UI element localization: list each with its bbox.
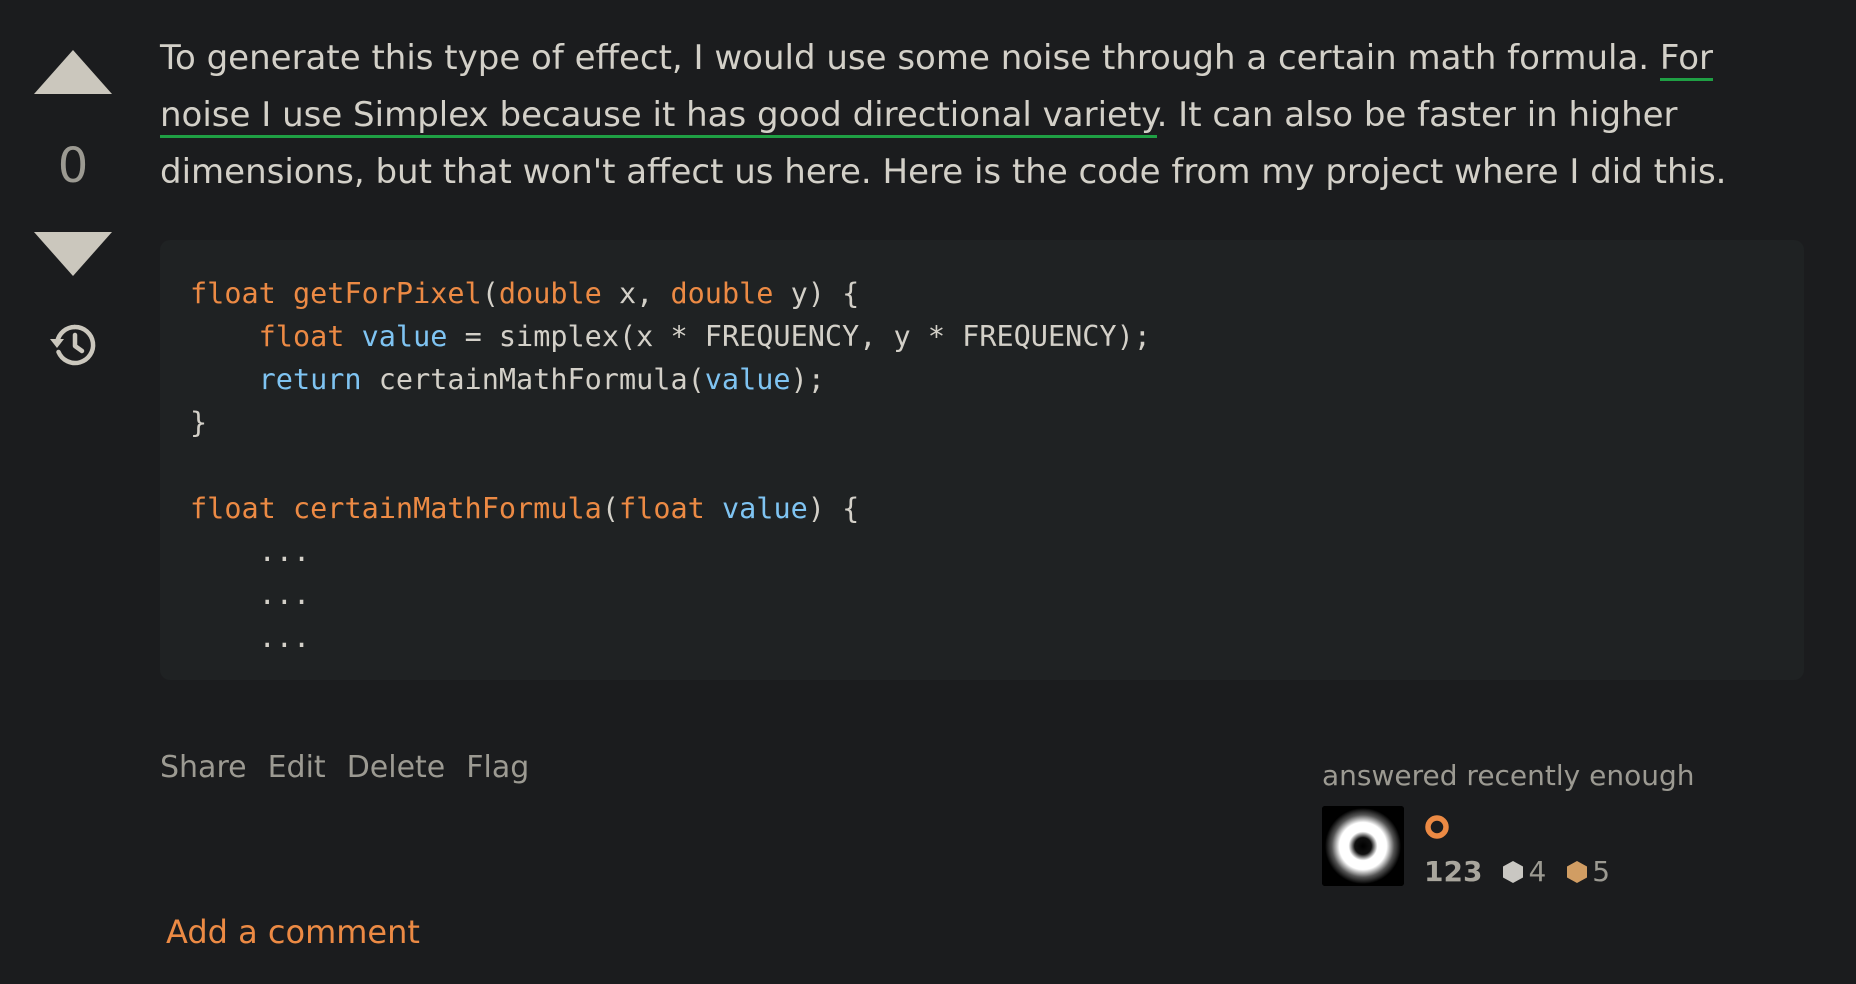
code-variable: value — [704, 363, 791, 396]
code-keyword: double — [670, 277, 774, 310]
avatar-image — [1322, 806, 1404, 886]
code-block: float getForPixel(double x, double y) { … — [160, 240, 1804, 680]
code-line-9: ... — [190, 621, 311, 654]
code-line-8: ... — [190, 578, 311, 611]
code-keyword: float — [619, 492, 705, 525]
vote-count: 0 — [57, 138, 89, 194]
code-function: getForPixel — [292, 277, 482, 310]
code-line-4: } — [190, 406, 208, 439]
history-icon[interactable] — [48, 320, 98, 370]
flag-link[interactable]: Flag — [466, 748, 529, 788]
hexagon-icon — [1567, 861, 1588, 883]
code-line-2: float value = simplex(x * FREQUENCY, y *… — [190, 315, 1774, 358]
code-keyword: return — [258, 363, 362, 396]
add-comment-link[interactable]: Add a comment — [166, 912, 420, 952]
user-details: 123 4 5 — [1424, 852, 1630, 892]
silver-badges: 4 — [1502, 852, 1546, 892]
bronze-badge-count: 5 — [1592, 855, 1611, 888]
code-text: ); — [790, 363, 825, 396]
code-line-1: float getForPixel(double x, double y) { — [190, 272, 1774, 315]
circle-ring-icon — [1424, 814, 1450, 840]
user-card: answered recently enough 123 4 5 — [1322, 756, 1742, 896]
avatar[interactable] — [1322, 806, 1404, 886]
edit-link[interactable]: Edit — [268, 748, 326, 788]
answer-body: To generate this type of effect, I would… — [160, 30, 1800, 201]
code-text: ( — [481, 277, 499, 310]
upvote-button[interactable] — [34, 50, 112, 94]
triangle-up-icon — [34, 50, 112, 94]
code-keyword: float — [190, 277, 276, 310]
delete-link[interactable]: Delete — [347, 748, 446, 788]
code-line-3: return certainMathFormula(value); — [190, 358, 1774, 401]
answer-text-intro: To generate this type of effect, I would… — [160, 38, 1660, 78]
share-link[interactable]: Share — [160, 748, 247, 788]
triangle-down-icon — [34, 232, 112, 276]
code-variable: value — [361, 320, 448, 353]
vote-cell: 0 — [30, 48, 116, 378]
code-text: = simplex(x * FREQUENCY, y * FREQUENCY); — [447, 320, 1151, 353]
code-keyword: double — [498, 277, 602, 310]
user-action-time: answered recently enough — [1322, 759, 1695, 792]
hexagon-icon — [1503, 861, 1524, 883]
code-line-6: float certainMathFormula(float value) { — [190, 487, 1774, 530]
code-text: y) { — [773, 277, 860, 310]
clock-arrow-icon — [50, 324, 96, 366]
code-text: ( — [601, 492, 619, 525]
downvote-button[interactable] — [34, 232, 112, 276]
bronze-badges: 5 — [1566, 852, 1610, 892]
code-text: x, — [601, 277, 671, 310]
post-menu: Share Edit Delete Flag — [160, 748, 529, 788]
code-keyword: float — [190, 492, 276, 525]
silver-badge-count: 4 — [1528, 855, 1547, 888]
code-text: ) { — [807, 492, 860, 525]
answer-page: 0 To generate this type of effect, I wou… — [0, 0, 1856, 984]
reputation-score: 123 — [1424, 855, 1483, 888]
code-function: certainMathFormula — [292, 492, 602, 525]
code-text: certainMathFormula( — [361, 363, 705, 396]
code-line-7: ... — [190, 535, 311, 568]
code-variable: value — [721, 492, 808, 525]
code-keyword: float — [258, 320, 345, 353]
